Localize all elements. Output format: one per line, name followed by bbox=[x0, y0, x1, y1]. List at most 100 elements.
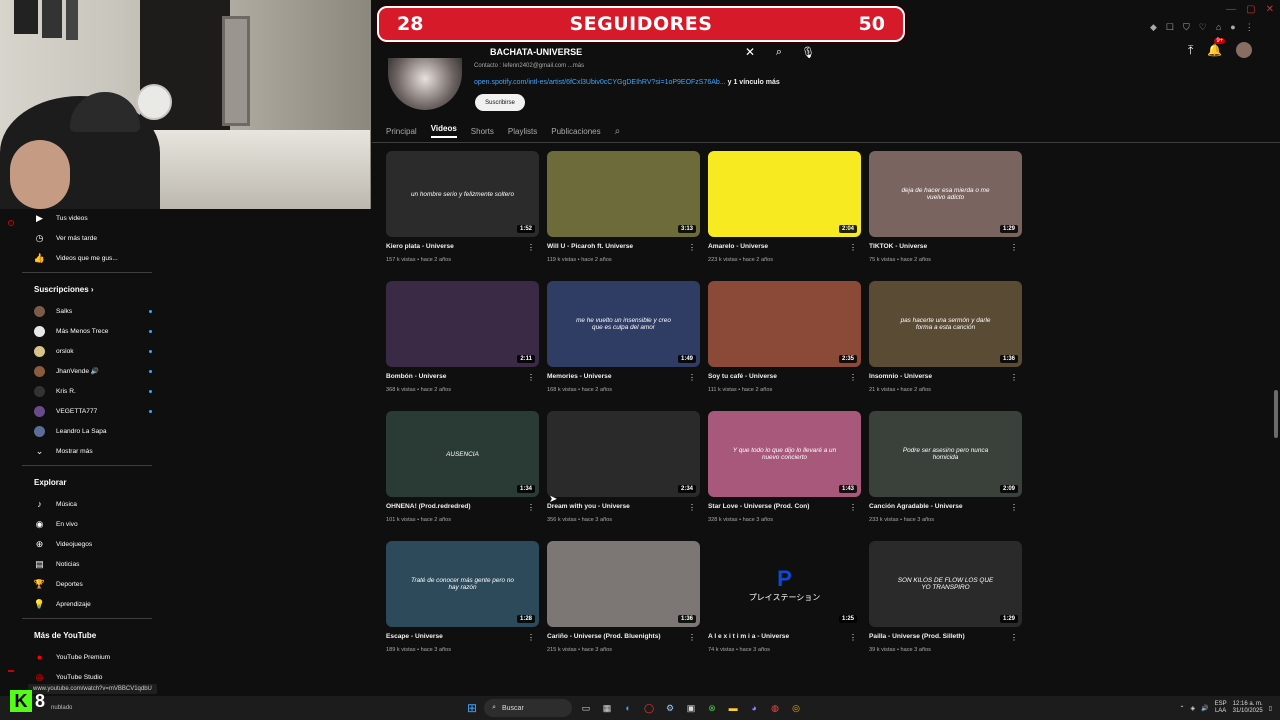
sidebar-item-premium[interactable]: ● YouTube Premium bbox=[22, 647, 152, 667]
video-card[interactable]: Y que todo lo que dijo lo llevaré a un n… bbox=[708, 411, 861, 541]
channel-search-icon[interactable]: ⌕ bbox=[615, 126, 621, 137]
heart-icon[interactable]: ♡ bbox=[1199, 22, 1207, 33]
video-card[interactable]: 1:36 Cariño - Universe (Prod. Bluenights)… bbox=[547, 541, 700, 671]
video-thumbnail[interactable]: P プレイステーション 1:25 bbox=[708, 541, 861, 627]
video-title[interactable]: Pailla - Universe (Prod. Silleth) bbox=[869, 633, 965, 640]
tab-shorts[interactable]: Shorts bbox=[471, 127, 494, 136]
chevron-up-icon[interactable]: ⌃ bbox=[1180, 705, 1185, 712]
shield-icon[interactable]: ⛉ bbox=[1183, 22, 1190, 33]
more-options-icon[interactable]: ⋮ bbox=[527, 243, 535, 252]
channel-links[interactable]: open.spotify.com/intl-es/artist/6fCxl3Ub… bbox=[474, 79, 780, 86]
sidebar-item-subscription[interactable]: Kris R. bbox=[22, 381, 152, 401]
video-thumbnail[interactable]: 1:36 bbox=[547, 541, 700, 627]
sidebar-item-sports[interactable]: 🏆 Deportes bbox=[22, 574, 152, 594]
network-icon[interactable]: ◈ bbox=[1191, 705, 1196, 712]
video-title[interactable]: Bombón - Universe bbox=[386, 373, 446, 380]
more-options-icon[interactable]: ⋮ bbox=[849, 243, 857, 252]
spotify-link[interactable]: open.spotify.com/intl-es/artist/6fCxl3Ub… bbox=[474, 79, 726, 86]
sidebar-item-watch-later[interactable]: ◷ Ver más tarde bbox=[22, 228, 152, 248]
discord-icon[interactable]: ◕ bbox=[747, 701, 761, 715]
search-bar[interactable]: BACHATA-UNIVERSE ✕ ⌕ 🎙 bbox=[490, 42, 820, 62]
video-title[interactable]: Canción Agradable - Universe bbox=[869, 503, 963, 510]
clock[interactable]: 12:16 a. m. 31/10/2025 bbox=[1233, 701, 1263, 715]
create-icon[interactable]: ⤒ bbox=[1188, 43, 1193, 58]
more-options-icon[interactable]: ⋮ bbox=[688, 503, 696, 512]
windows-start-icon[interactable]: ⊞ bbox=[467, 701, 477, 715]
sidebar-item-subscription[interactable]: VEGETTA777 bbox=[22, 401, 152, 421]
video-card[interactable]: SON KILOS DE FLOW LOS QUE YO TRANSPIRO 1:… bbox=[869, 541, 1022, 671]
more-options-icon[interactable]: ⋮ bbox=[1010, 633, 1018, 642]
minimize-icon[interactable]: — bbox=[1226, 4, 1236, 15]
video-title[interactable]: Will U - Picaroh ft. Universe bbox=[547, 243, 633, 250]
profile-icon[interactable]: ● bbox=[1230, 22, 1235, 33]
channel-avatar[interactable] bbox=[388, 58, 462, 110]
sidebar-item-learning[interactable]: 💡 Aprendizaje bbox=[22, 594, 152, 614]
video-card[interactable]: me he vuelto un insensible y creo que es… bbox=[547, 281, 700, 411]
video-card[interactable]: 2:35 Soy tu café - Universe 111 k vistas •… bbox=[708, 281, 861, 411]
microphone-icon[interactable]: 🎙 bbox=[796, 46, 820, 59]
lock-icon[interactable]: ⌂ bbox=[1216, 22, 1221, 33]
more-options-icon[interactable]: ⋮ bbox=[527, 373, 535, 382]
channel-contact[interactable]: Contacto : lefenn2402@gmail.com ...más bbox=[474, 63, 584, 69]
video-thumbnail[interactable]: deja de hacer esa mierda o me vuelvo adi… bbox=[869, 151, 1022, 237]
subscriptions-header[interactable]: Suscripciones › bbox=[22, 277, 152, 301]
video-card[interactable]: P プレイステーション 1:25 A l e x i t i m i a - Univ… bbox=[708, 541, 861, 671]
xbox-icon[interactable]: ⊗ bbox=[705, 701, 719, 715]
more-options-icon[interactable]: ⋮ bbox=[1010, 243, 1018, 252]
video-thumbnail[interactable]: me he vuelto un insensible y creo que es… bbox=[547, 281, 700, 367]
task-view-icon[interactable]: ▭ bbox=[579, 701, 593, 715]
more-options-icon[interactable]: ⋮ bbox=[1010, 373, 1018, 382]
video-card[interactable]: 2:34 Dream with you - Universe 356 k vista… bbox=[547, 411, 700, 541]
scrollbar[interactable] bbox=[1274, 390, 1278, 438]
show-more-button[interactable]: ⌄ Mostrar más bbox=[22, 441, 152, 461]
sidebar-item-your-videos[interactable]: ▶ Tus videos bbox=[22, 208, 152, 228]
video-thumbnail[interactable]: 2:11 bbox=[386, 281, 539, 367]
store-icon[interactable]: ▣ bbox=[684, 701, 698, 715]
video-thumbnail[interactable]: 2:34 bbox=[547, 411, 700, 497]
more-options-icon[interactable]: ⋮ bbox=[688, 633, 696, 642]
more-options-icon[interactable]: ⋮ bbox=[527, 503, 535, 512]
video-title[interactable]: A l e x i t i m i a - Universe bbox=[708, 633, 789, 640]
tab-publicaciones[interactable]: Publicaciones bbox=[551, 127, 600, 136]
video-thumbnail[interactable]: un hombre serio y felizmente soltero 1:52 bbox=[386, 151, 539, 237]
video-card[interactable]: pas hacerte una sermón y darle forma a e… bbox=[869, 281, 1022, 411]
file-manager-icon[interactable]: ▦ bbox=[600, 701, 614, 715]
video-card[interactable]: un hombre serio y felizmente soltero 1:52… bbox=[386, 151, 539, 281]
video-thumbnail[interactable]: Podre ser asesino pero nunca homicida 2:0… bbox=[869, 411, 1022, 497]
sidebar-item-live[interactable]: ◉ En vivo bbox=[22, 514, 152, 534]
sidebar-item-music[interactable]: ♪ Música bbox=[22, 494, 152, 514]
more-options-icon[interactable]: ⋮ bbox=[849, 633, 857, 642]
language-indicator[interactable]: ESP LAA bbox=[1215, 701, 1227, 715]
video-title[interactable]: Amarelo - Universe bbox=[708, 243, 768, 250]
video-thumbnail[interactable]: Traté de conocer más gente pero no hay r… bbox=[386, 541, 539, 627]
video-title[interactable]: OHNENA! (Prod.redredred) bbox=[386, 503, 471, 510]
video-title[interactable]: Star Love - Universe (Prod. Con) bbox=[708, 503, 810, 510]
video-card[interactable]: 3:13 Will U - Picaroh ft. Universe 119 k v… bbox=[547, 151, 700, 281]
video-title[interactable]: Cariño - Universe (Prod. Bluenights) bbox=[547, 633, 661, 640]
more-options-icon[interactable]: ⋮ bbox=[688, 373, 696, 382]
video-card[interactable]: 2:11 Bombón - Universe 368 k vistas • hace… bbox=[386, 281, 539, 411]
sidebar-item-subscription[interactable]: orslok bbox=[22, 341, 152, 361]
video-thumbnail[interactable]: SON KILOS DE FLOW LOS QUE YO TRANSPIRO 1:… bbox=[869, 541, 1022, 627]
video-title[interactable]: Soy tu café - Universe bbox=[708, 373, 777, 380]
volume-icon[interactable]: 🔊 bbox=[1201, 705, 1208, 712]
tab-playlists[interactable]: Playlists bbox=[508, 127, 537, 136]
bookmark-icon[interactable]: ☐ bbox=[1166, 22, 1174, 33]
video-title[interactable]: Escape - Universe bbox=[386, 633, 443, 640]
more-options-icon[interactable]: ⋮ bbox=[688, 243, 696, 252]
sidebar-item-subscription[interactable]: JhanVende 🔊 bbox=[22, 361, 152, 381]
video-title[interactable]: Insomnio - Universe bbox=[869, 373, 932, 380]
sidebar-item-subscription[interactable]: Leandro La Sapa bbox=[22, 421, 152, 441]
subscribe-button[interactable]: Suscribirse bbox=[475, 94, 525, 111]
tab-videos[interactable]: Videos bbox=[430, 124, 457, 138]
clear-search-icon[interactable]: ✕ bbox=[738, 45, 762, 59]
more-options-icon[interactable]: ⋮ bbox=[1010, 503, 1018, 512]
opera-browser-icon[interactable]: ◯ bbox=[642, 701, 656, 715]
more-links[interactable]: y 1 vínculo más bbox=[728, 79, 780, 86]
video-title[interactable]: Kiero plata - Universe bbox=[386, 243, 454, 250]
sidebar-item-gaming[interactable]: ⊕ Videojuegos bbox=[22, 534, 152, 554]
search-icon[interactable]: ⌕ bbox=[762, 46, 796, 59]
video-card[interactable]: deja de hacer esa mierda o me vuelvo adi… bbox=[869, 151, 1022, 281]
taskbar-search[interactable]: ⌕ Buscar bbox=[484, 699, 573, 717]
notification-center-icon[interactable]: ▯ bbox=[1269, 705, 1272, 712]
